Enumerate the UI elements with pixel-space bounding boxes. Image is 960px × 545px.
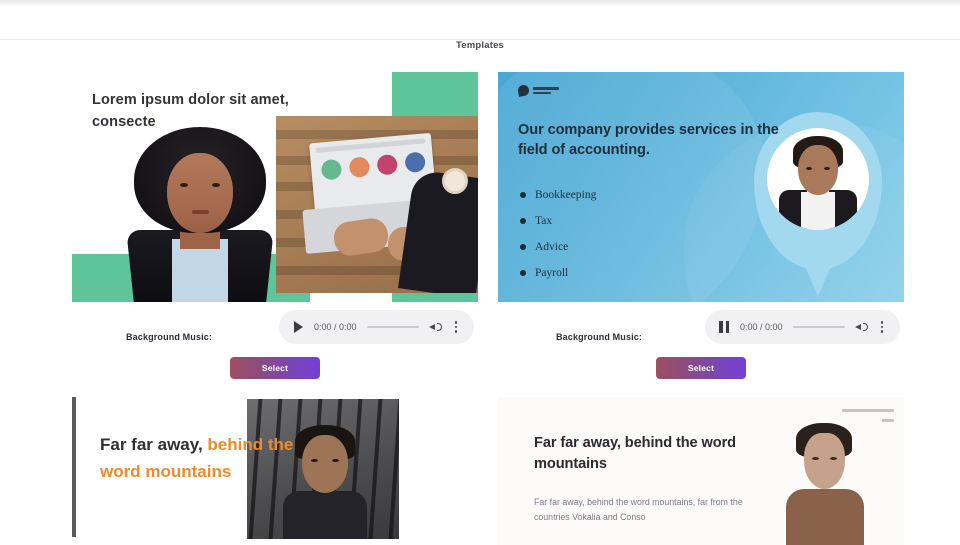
template-4-body: Far far away, behind the word mountains,… [534, 497, 743, 523]
template-preview-2[interactable]: Our company provides services in the fie… [498, 72, 904, 302]
left-accent-bar [72, 397, 76, 537]
template-3-heading: Far far away, behind the word mountains [100, 431, 320, 485]
services-list: Bookkeeping Tax Advice Payroll [520, 182, 720, 286]
template-1-heading: Lorem ipsum dolor sit amet, consecte [92, 92, 289, 131]
templates-grid: Lorem ipsum dolor sit amet, consecte Bac… [0, 72, 960, 545]
bullet-icon [520, 270, 526, 276]
list-item: Payroll [520, 260, 720, 286]
progress-track-1[interactable] [366, 326, 419, 328]
list-item: Advice [520, 234, 720, 260]
company-logo [517, 84, 559, 97]
bullet-icon [520, 218, 526, 224]
template-preview-4[interactable]: Far far away, behind the word mountains … [498, 397, 904, 545]
heading-part-dark: Far far away, [100, 435, 208, 454]
template-4-heading: Far far away, behind the word mountains [534, 435, 736, 472]
more-vertical-icon[interactable] [875, 321, 889, 333]
progress-track-2[interactable] [792, 326, 845, 328]
player-row-1: Background Music: 0:00 / 0:00 [72, 310, 478, 352]
speaker-icon[interactable] [429, 320, 443, 334]
list-item: Tax [520, 208, 720, 234]
list-item: Bookkeeping [520, 182, 720, 208]
select-button-2[interactable]: Select [656, 357, 746, 379]
template-preview-3[interactable]: Far far away, behind the word mountains [72, 397, 478, 545]
select-button-1[interactable]: Select [230, 357, 320, 379]
header-bar [0, 6, 960, 39]
templates-page: Templates Lorem ipsum dolor sit amet, co… [0, 0, 960, 545]
player-time-1: 0:00 / 0:00 [314, 322, 357, 332]
pause-icon[interactable] [716, 321, 732, 333]
speaker-icon[interactable] [855, 320, 869, 334]
audio-player-1[interactable]: 0:00 / 0:00 [279, 310, 474, 344]
player-time-2: 0:00 / 0:00 [740, 322, 783, 332]
service-label: Payroll [535, 267, 569, 279]
more-vertical-icon[interactable] [449, 321, 463, 333]
background-music-label-1: Background Music: [126, 332, 213, 342]
page-title: Templates [455, 40, 505, 51]
bullet-icon [520, 244, 526, 250]
bullet-icon [520, 192, 526, 198]
play-icon[interactable] [290, 321, 306, 333]
laptop-photo [276, 116, 478, 293]
player-row-2: Background Music: 0:00 / 0:00 [498, 310, 904, 352]
service-label: Tax [535, 215, 553, 227]
template-2-heading: Our company provides services in the fie… [518, 122, 779, 159]
audio-player-2[interactable]: 0:00 / 0:00 [705, 310, 900, 344]
logo-mark-icon [517, 84, 530, 97]
background-music-label-2: Background Music: [556, 332, 643, 342]
service-label: Advice [535, 241, 569, 253]
template-preview-1[interactable]: Lorem ipsum dolor sit amet, consecte [72, 72, 478, 302]
service-label: Bookkeeping [535, 189, 597, 201]
presenter-figure [120, 127, 280, 302]
portrait-photo-4 [766, 417, 882, 545]
